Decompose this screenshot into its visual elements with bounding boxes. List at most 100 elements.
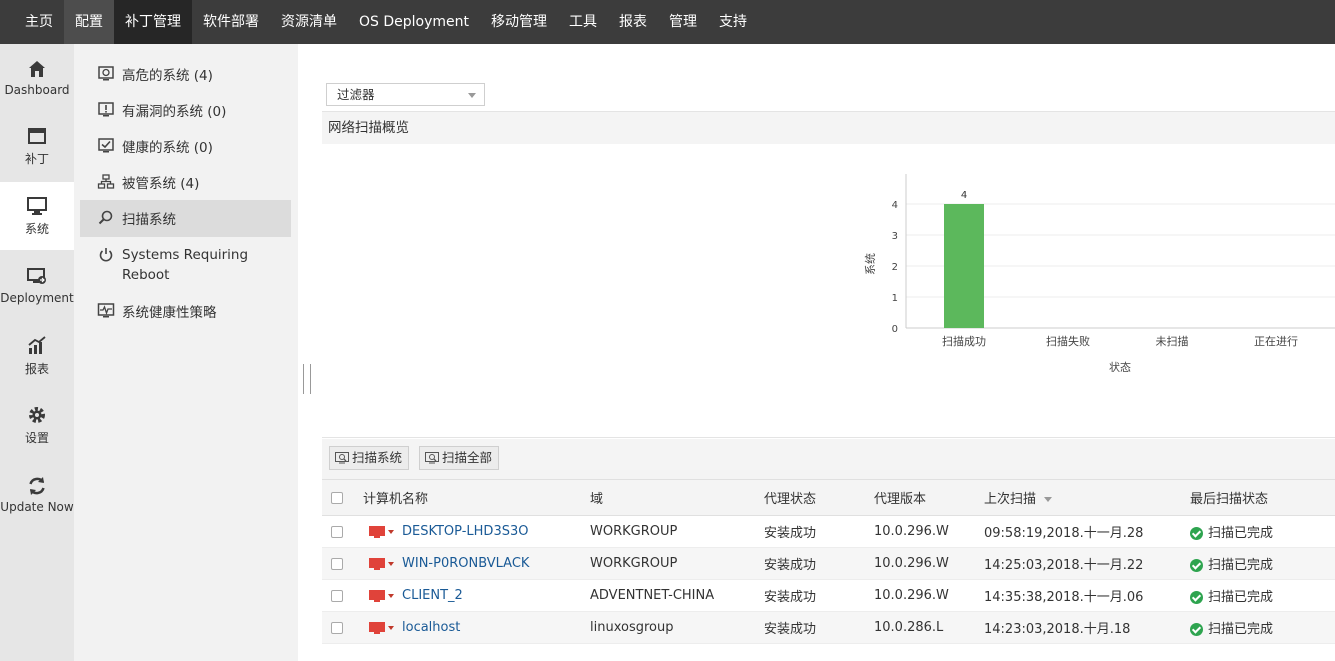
table-row: localhost linuxosgroup 安装成功 10.0.286.L 1… bbox=[322, 611, 1335, 644]
table-row: WIN-P0RONBVLACK WORKGROUP 安装成功 10.0.296.… bbox=[322, 547, 1335, 580]
table-header-row: 计算机名称 域 代理状态 代理版本 上次扫描 最后扫描状态 bbox=[322, 479, 1335, 516]
select-all-checkbox[interactable] bbox=[331, 491, 343, 504]
y-tick-label: 3 bbox=[892, 231, 898, 242]
domain-cell: WORKGROUP bbox=[590, 547, 764, 580]
filter-dropdown[interactable]: 过滤器 bbox=[326, 83, 485, 106]
subnav-label: 扫描系统 bbox=[122, 212, 176, 228]
row-select-cell bbox=[322, 579, 360, 612]
sort-desc-icon bbox=[1044, 497, 1053, 502]
x-tick-label: 扫描失败 bbox=[1046, 334, 1090, 348]
health-policy-icon bbox=[96, 301, 116, 321]
y-tick-label: 1 bbox=[892, 293, 898, 304]
last-scan-cell: 14:23:03,2018.十月.18 bbox=[984, 611, 1190, 644]
refresh-icon bbox=[29, 477, 45, 495]
agent-version-cell: 10.0.286.L bbox=[874, 611, 984, 644]
scan-status-cell: 扫描已完成 bbox=[1190, 579, 1335, 612]
nav-inventory[interactable]: 资源清单 bbox=[270, 0, 348, 44]
scan-icon bbox=[425, 452, 439, 464]
nav-support[interactable]: 支持 bbox=[708, 0, 758, 44]
col-agent-status[interactable]: 代理状态 bbox=[764, 479, 874, 516]
subnav-high-risk[interactable]: 高危的系统 (4) bbox=[80, 64, 291, 84]
scan-status-cell: 扫描已完成 bbox=[1190, 611, 1335, 644]
iconbar-label: 报表 bbox=[24, 361, 49, 376]
computer-icon bbox=[369, 525, 385, 538]
row-select-cell bbox=[322, 547, 360, 580]
computer-name-cell: WIN-P0RONBVLACK bbox=[360, 547, 590, 580]
col-last-scan-label: 上次扫描 bbox=[984, 492, 1037, 507]
computer-name-cell: DESKTOP-LHD3S3O bbox=[360, 515, 590, 548]
computer-name-link[interactable]: WIN-P0RONBVLACK bbox=[402, 556, 529, 571]
domain-cell: ADVENTNET-CHINA bbox=[590, 579, 764, 612]
chart-icon bbox=[28, 335, 46, 354]
search-icon bbox=[96, 208, 116, 228]
pane-splitter[interactable] bbox=[298, 44, 322, 661]
subnav-vulnerable[interactable]: 有漏洞的系统 (0) bbox=[80, 100, 291, 120]
iconbar-label: Deployment bbox=[0, 291, 74, 305]
patch-window-icon bbox=[28, 127, 46, 144]
scan-all-button[interactable]: 扫描全部 bbox=[419, 446, 500, 470]
row-checkbox[interactable] bbox=[331, 557, 343, 570]
subnav-reboot[interactable]: Systems Requiring Reboot bbox=[80, 245, 291, 285]
subnav-managed[interactable]: 被管系统 (4) bbox=[80, 172, 291, 192]
scan-status-text: 扫描已完成 bbox=[1208, 590, 1274, 605]
row-checkbox[interactable] bbox=[331, 589, 343, 602]
action-toolbar: 扫描系统 扫描全部 bbox=[322, 439, 1335, 479]
iconbar-patch[interactable]: 补丁 bbox=[0, 112, 74, 180]
computer-name-link[interactable]: localhost bbox=[402, 620, 460, 635]
iconbar-settings[interactable]: 设置 bbox=[0, 391, 74, 459]
row-checkbox[interactable] bbox=[331, 525, 343, 538]
agent-status-cell: 安装成功 bbox=[764, 579, 874, 612]
iconbar-systems[interactable]: 系统 bbox=[0, 182, 74, 250]
nav-config[interactable]: 配置 bbox=[64, 0, 114, 44]
domain-cell: linuxosgroup bbox=[590, 611, 764, 644]
domain-cell: WORKGROUP bbox=[590, 515, 764, 548]
power-icon bbox=[96, 245, 116, 265]
systems-table: 计算机名称 域 代理状态 代理版本 上次扫描 最后扫描状态 DESKTOP-LH… bbox=[322, 479, 1335, 644]
col-agent-version[interactable]: 代理版本 bbox=[874, 479, 984, 516]
scan-systems-label: 扫描系统 bbox=[352, 450, 403, 465]
nav-software-deploy[interactable]: 软件部署 bbox=[192, 0, 270, 44]
subnav-healthy[interactable]: 健康的系统 (0) bbox=[80, 136, 291, 156]
scan-systems-button[interactable]: 扫描系统 bbox=[329, 446, 410, 470]
data-label: 4 bbox=[961, 190, 967, 201]
nav-mobile-mgmt[interactable]: 移动管理 bbox=[480, 0, 558, 44]
agent-status-cell: 安装成功 bbox=[764, 611, 874, 644]
icon-sidebar: Dashboard 补丁 系统 Deployment 报表 设置 Update … bbox=[0, 44, 74, 661]
agent-status-cell: 安装成功 bbox=[764, 515, 874, 548]
high-risk-icon bbox=[96, 64, 116, 84]
col-scan-status[interactable]: 最后扫描状态 bbox=[1190, 479, 1335, 516]
iconbar-update-now[interactable]: Update Now bbox=[0, 461, 74, 529]
nav-admin[interactable]: 管理 bbox=[658, 0, 708, 44]
iconbar-deployment[interactable]: Deployment bbox=[0, 252, 74, 320]
splitter-grip[interactable] bbox=[303, 364, 311, 394]
subnav-label: 系统健康性策略 bbox=[122, 305, 217, 321]
nav-reports[interactable]: 报表 bbox=[608, 0, 658, 44]
subnav-scan-systems[interactable]: 扫描系统 bbox=[80, 200, 291, 237]
chevron-down-icon[interactable] bbox=[388, 593, 394, 598]
chevron-down-icon[interactable] bbox=[388, 529, 394, 534]
computer-icon bbox=[369, 589, 385, 602]
nav-home[interactable]: 主页 bbox=[14, 0, 64, 44]
nav-tools[interactable]: 工具 bbox=[558, 0, 608, 44]
computer-name-link[interactable]: CLIENT_2 bbox=[402, 588, 463, 603]
chevron-down-icon[interactable] bbox=[388, 561, 394, 566]
row-select-cell bbox=[322, 515, 360, 548]
col-computer-name[interactable]: 计算机名称 bbox=[360, 479, 590, 516]
row-checkbox[interactable] bbox=[331, 621, 343, 634]
x-tick-label: 未扫描 bbox=[1156, 334, 1189, 348]
iconbar-reports[interactable]: 报表 bbox=[0, 322, 74, 390]
bar bbox=[944, 204, 984, 328]
nav-os-deployment[interactable]: OS Deployment bbox=[348, 0, 480, 44]
iconbar-dashboard[interactable]: Dashboard bbox=[0, 44, 74, 112]
nav-patch-mgmt[interactable]: 补丁管理 bbox=[114, 0, 192, 44]
iconbar-label: 系统 bbox=[24, 221, 49, 236]
row-select-cell bbox=[322, 611, 360, 644]
col-last-scan[interactable]: 上次扫描 bbox=[984, 479, 1190, 516]
vulnerable-icon bbox=[96, 100, 116, 120]
deployment-icon bbox=[27, 268, 46, 284]
subnav-health-policy[interactable]: 系统健康性策略 bbox=[80, 301, 291, 321]
computer-name-link[interactable]: DESKTOP-LHD3S3O bbox=[402, 524, 528, 539]
col-domain[interactable]: 域 bbox=[590, 479, 764, 516]
iconbar-label: 补丁 bbox=[24, 151, 49, 166]
chevron-down-icon[interactable] bbox=[388, 625, 394, 630]
